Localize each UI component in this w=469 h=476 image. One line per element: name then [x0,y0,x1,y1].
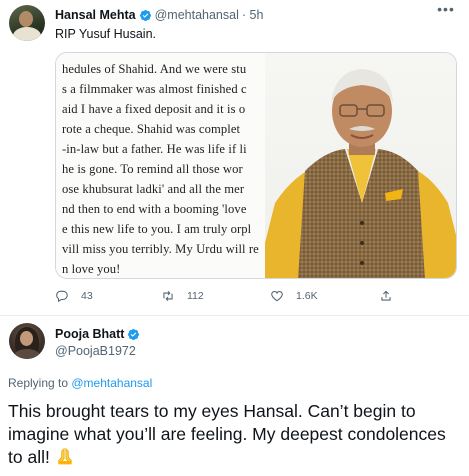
original-tweet[interactable]: Hansal Mehta @mehtahansal · 5h ••• RIP Y… [0,0,469,316]
retweet-icon [163,290,173,302]
author-name[interactable]: Hansal Mehta [55,8,136,22]
portrait-photo [265,53,456,278]
letter-line: vill miss you terribly. My Urdu will re [62,242,259,256]
letter-line: e this new life to you. I am truly orpl [62,222,252,236]
letter-line: nd then to end with a booming 'love [62,202,247,216]
replying-prefix: Replying to [8,376,72,390]
share-button[interactable] [379,289,405,303]
folded-hands-icon [57,447,72,465]
letter-line: n love you! [62,262,121,276]
letter-line: s a filmmaker was almost finished c [62,82,247,96]
letter-line: ose khubsurat ladki' and all the mer [62,182,245,196]
letter-line: hedules of Shahid. And we were stu [62,62,247,76]
tweet-actions: 43 112 1.6K [55,289,457,305]
letter-line: he is gone. To remind all those wor [62,162,243,176]
replying-to: Replying to @mehtahansal [8,376,152,390]
tweet-media[interactable]: hedules of Shahid. And we were stu s a f… [55,52,457,279]
retweet-count: 112 [187,290,204,302]
reply-button[interactable]: 43 [55,289,93,303]
author-handle[interactable]: @mehtahansal [155,8,239,22]
verified-badge-icon [128,328,140,340]
reply-author-name[interactable]: Pooja Bhatt [55,327,124,341]
replying-to-link[interactable]: @mehtahansal [71,376,152,390]
like-count: 1.6K [296,290,318,302]
reply-count: 43 [81,290,93,302]
like-button[interactable]: 1.6K [270,289,318,303]
letter-image: hedules of Shahid. And we were stu s a f… [56,53,265,278]
portrait-illustration [265,69,456,278]
letter-line: aid I have a fixed deposit and it is o [62,102,246,116]
tweet-header: Hansal Mehta @mehtahansal · 5h [55,8,263,22]
reply-author-avatar[interactable] [9,323,45,359]
letter-line: -in-law but a father. He was life if li [62,142,247,156]
more-icon[interactable]: ••• [435,2,457,18]
retweet-button[interactable]: 112 [161,289,204,303]
tweet-text: RIP Yusuf Husain. [55,27,156,41]
reply-text-container: This brought tears to my eyes Hansal. Ca… [8,400,463,469]
author-avatar[interactable] [9,5,45,41]
reply-author-row: Pooja Bhatt [55,327,143,341]
heart-icon [271,291,283,302]
tweet-timestamp[interactable]: · 5h [242,8,264,22]
reply-author-handle[interactable]: @PoojaB1972 [55,344,136,358]
letter-line: rote a cheque. Shahid was complet [62,122,241,136]
verified-badge-icon [139,9,151,21]
share-icon [381,290,391,301]
reply-icon [56,290,68,303]
